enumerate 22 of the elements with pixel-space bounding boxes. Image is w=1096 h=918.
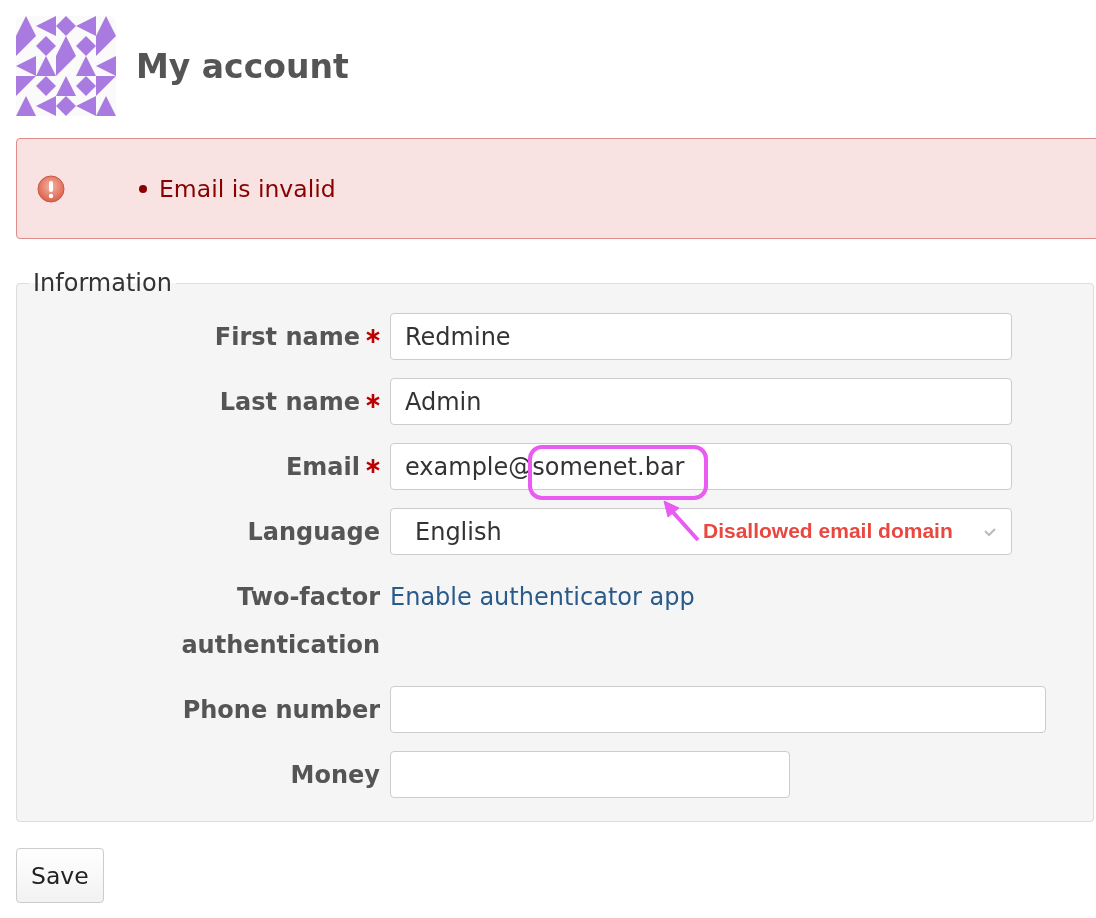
chevron-icon: [983, 526, 997, 537]
field-label: Last name: [219, 387, 360, 418]
save-button[interactable]: Save: [16, 848, 104, 903]
bullet-icon: [139, 184, 147, 193]
error-message: Email is invalid: [159, 174, 336, 203]
text-field[interactable]: [390, 686, 1046, 733]
field-label: First name: [214, 322, 360, 353]
field-label: Language: [247, 517, 380, 548]
panel-legend: Information: [29, 269, 176, 297]
text-field[interactable]: Admin: [390, 378, 1012, 425]
field-label: Email: [285, 452, 360, 483]
field-label: Two-factor authentication: [180, 582, 380, 661]
annotation-arrow: [660, 498, 702, 544]
page-title: My account: [136, 46, 349, 86]
avatar-icon: [16, 16, 116, 116]
text-field[interactable]: [390, 751, 790, 798]
field-label: Money: [290, 760, 380, 791]
annotation-note: Disallowed email domain: [703, 519, 953, 543]
exclamation-icon: [37, 174, 65, 203]
field-label: Phone number: [182, 695, 380, 726]
text-field[interactable]: Redmine: [390, 313, 1012, 360]
authenticator-link[interactable]: Enable authenticator app: [390, 583, 695, 611]
